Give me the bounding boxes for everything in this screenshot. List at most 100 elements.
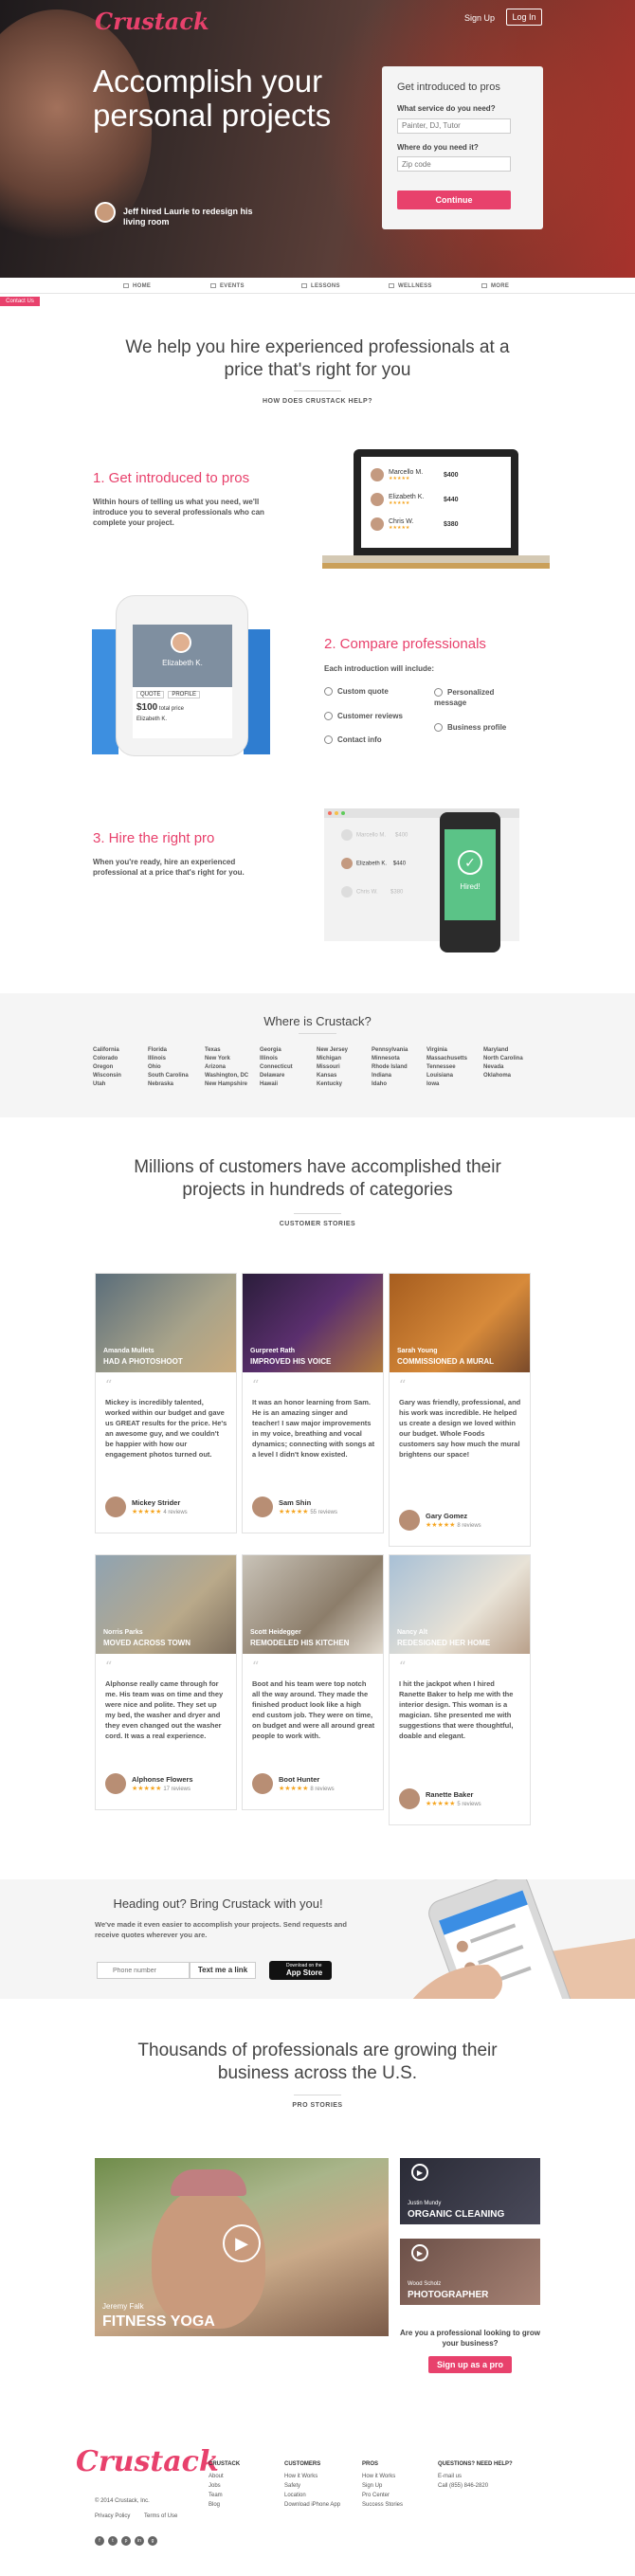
- author-name[interactable]: Gary Gomez: [426, 1512, 467, 1520]
- state-link[interactable]: Oklahoma: [483, 1072, 523, 1080]
- pro-story-video[interactable]: ▶ Wood Scholz PHOTOGRAPHER: [400, 2239, 540, 2305]
- linkedin-icon[interactable]: in: [135, 2536, 144, 2546]
- footer-link[interactable]: Location: [284, 2491, 351, 2500]
- state-link[interactable]: New Jersey: [317, 1046, 348, 1055]
- state-link[interactable]: North Carolina: [483, 1055, 523, 1063]
- author-name[interactable]: Mickey Strider: [132, 1498, 180, 1507]
- nav-lessons[interactable]: LESSONS: [301, 283, 340, 289]
- zip-input[interactable]: [397, 156, 511, 172]
- nav-more[interactable]: MORE: [481, 283, 509, 289]
- footer-link[interactable]: About: [209, 2472, 275, 2481]
- state-link[interactable]: Texas: [205, 1046, 248, 1055]
- state-link[interactable]: Florida: [148, 1046, 189, 1055]
- nav-wellness[interactable]: WELLNESS: [389, 283, 432, 289]
- play-icon[interactable]: ▶: [223, 2224, 261, 2262]
- story-card[interactable]: Scott Heidegger REMODELED HIS KITCHEN “ Boo…: [242, 1554, 384, 1810]
- state-link[interactable]: Colorado: [93, 1055, 121, 1063]
- logo[interactable]: Crustack: [95, 8, 209, 35]
- phone-number-input[interactable]: [97, 1962, 190, 1979]
- state-link[interactable]: Ohio: [148, 1063, 189, 1072]
- footer-link[interactable]: Success Stories: [362, 2500, 428, 2510]
- testimonial-avatar: [95, 202, 116, 223]
- footer-link[interactable]: How it Works: [362, 2472, 428, 2481]
- signup-pro-button[interactable]: Sign up as a pro: [428, 2356, 512, 2373]
- terms-link[interactable]: Terms of Use: [144, 2513, 177, 2519]
- login-button[interactable]: Log In: [506, 9, 542, 26]
- state-link[interactable]: Idaho: [372, 1080, 408, 1089]
- author-name[interactable]: Alphonse Flowers: [132, 1775, 193, 1784]
- state-link[interactable]: Virginia: [426, 1046, 467, 1055]
- author-name[interactable]: Ranette Baker: [426, 1790, 473, 1799]
- contact-us-tab[interactable]: Contact Us: [0, 297, 40, 306]
- author-name[interactable]: Sam Shin: [279, 1498, 311, 1507]
- state-link[interactable]: Maryland: [483, 1046, 523, 1055]
- twitter-icon[interactable]: t: [108, 2536, 118, 2546]
- state-link[interactable]: New York: [205, 1055, 248, 1063]
- state-link[interactable]: Illinois: [260, 1055, 293, 1063]
- state-link[interactable]: Indiana: [372, 1072, 408, 1080]
- app-store-badge[interactable]: Download on the App Store: [269, 1961, 332, 1980]
- story-card[interactable]: Gurpreet Rath IMPROVED HIS VOICE “ It was a…: [242, 1273, 384, 1533]
- state-link[interactable]: Hawaii: [260, 1080, 293, 1089]
- state-link[interactable]: Nevada: [483, 1063, 523, 1072]
- play-icon[interactable]: ▶: [411, 2164, 428, 2181]
- state-link[interactable]: Arizona: [205, 1063, 248, 1072]
- text-me-link-button[interactable]: Text me a link: [190, 1962, 256, 1979]
- state-link[interactable]: Massachusetts: [426, 1055, 467, 1063]
- state-link[interactable]: Utah: [93, 1080, 121, 1089]
- continue-button[interactable]: Continue: [397, 190, 511, 209]
- nav-events[interactable]: EVENTS: [210, 283, 245, 289]
- privacy-link[interactable]: Privacy Policy: [95, 2513, 130, 2519]
- pro-story-video[interactable]: ▶ Justin Mundy ORGANIC CLEANING: [400, 2158, 540, 2224]
- state-link[interactable]: Pennsylvania: [372, 1046, 408, 1055]
- footer-link[interactable]: Call (855) 846-2820: [438, 2481, 542, 2491]
- feature-label: Custom quote: [337, 687, 389, 696]
- state-link[interactable]: Connecticut: [260, 1063, 293, 1072]
- signup-link[interactable]: Sign Up: [464, 13, 495, 23]
- story-card[interactable]: Norris Parks MOVED ACROSS TOWN “ Alphonse r…: [95, 1554, 237, 1810]
- nav-home[interactable]: HOME: [123, 283, 151, 289]
- state-link[interactable]: Georgia: [260, 1046, 293, 1055]
- footer-link[interactable]: Team: [209, 2491, 275, 2500]
- state-link[interactable]: Michigan: [317, 1055, 348, 1063]
- state-link[interactable]: South Carolina: [148, 1072, 189, 1080]
- state-link[interactable]: Louisiana: [426, 1072, 467, 1080]
- state-link[interactable]: Kansas: [317, 1072, 348, 1080]
- story-card[interactable]: Amanda Mullets HAD A PHOTOSHOOT “ Mickey is…: [95, 1273, 237, 1533]
- state-link[interactable]: Oregon: [93, 1063, 121, 1072]
- footer-link[interactable]: E-mail us: [438, 2472, 542, 2481]
- footer-link[interactable]: Safety: [284, 2481, 351, 2491]
- pinterest-icon[interactable]: p: [121, 2536, 131, 2546]
- state-link[interactable]: Missouri: [317, 1063, 348, 1072]
- facebook-icon[interactable]: f: [95, 2536, 104, 2546]
- state-link[interactable]: Washington, DC: [205, 1072, 248, 1080]
- author-name[interactable]: Boot Hunter: [279, 1775, 319, 1784]
- service-input[interactable]: [397, 118, 511, 134]
- state-link[interactable]: Wisconsin: [93, 1072, 121, 1080]
- state-link[interactable]: Tennessee: [426, 1063, 467, 1072]
- state-link[interactable]: California: [93, 1046, 121, 1055]
- pro-story-video-main[interactable]: ▶ Jeremy Falk FITNESS YOGA: [95, 2158, 389, 2336]
- footer-link[interactable]: How it Works: [284, 2472, 351, 2481]
- story-quote: Gary was friendly, professional, and his…: [399, 1398, 521, 1459]
- state-link[interactable]: Rhode Island: [372, 1063, 408, 1072]
- customer-name: Nancy Alt: [397, 1629, 428, 1636]
- footer-link[interactable]: Pro Center: [362, 2491, 428, 2500]
- footer-link[interactable]: Download iPhone App: [284, 2500, 351, 2510]
- footer-link[interactable]: Sign Up: [362, 2481, 428, 2491]
- google-plus-icon[interactable]: g: [148, 2536, 157, 2546]
- state-link[interactable]: Nebraska: [148, 1080, 189, 1089]
- footer-link[interactable]: Blog: [209, 2500, 275, 2510]
- state-link[interactable]: Illinois: [148, 1055, 189, 1063]
- story-card[interactable]: Nancy Alt REDESIGNED HER HOME “ I hit the j…: [389, 1554, 531, 1825]
- story-card[interactable]: Sarah Young COMMISSIONED A MURAL “ Gary was…: [389, 1273, 531, 1547]
- footer-logo[interactable]: Crustack: [76, 2445, 219, 2478]
- play-icon[interactable]: ▶: [411, 2244, 428, 2261]
- state-link[interactable]: Kentucky: [317, 1080, 348, 1089]
- state-link[interactable]: Delaware: [260, 1072, 293, 1080]
- footer-link[interactable]: Jobs: [209, 2481, 275, 2491]
- app-store-label: App Store: [286, 1968, 323, 1977]
- state-link[interactable]: Iowa: [426, 1080, 467, 1089]
- state-link[interactable]: Minnesota: [372, 1055, 408, 1063]
- state-link[interactable]: New Hampshire: [205, 1080, 248, 1089]
